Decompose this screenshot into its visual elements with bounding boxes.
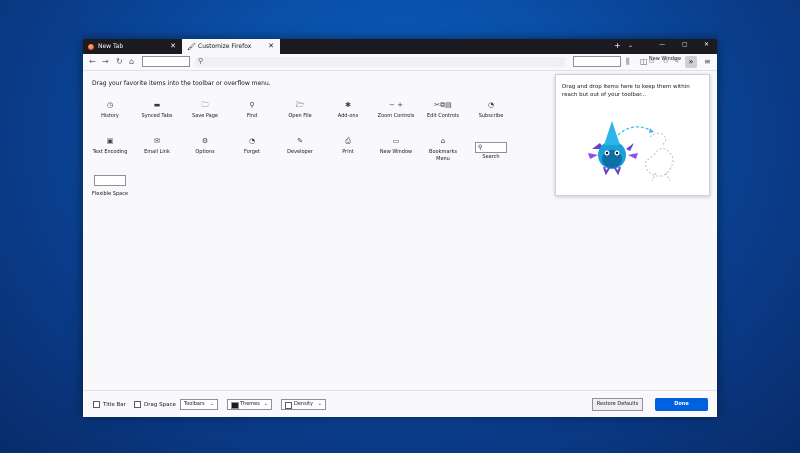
overflow-menu-button[interactable]: » (685, 56, 697, 68)
new-window-label: New Window (648, 56, 682, 62)
open-file-icon: 🗁 (295, 101, 305, 109)
flexible-space-box (94, 175, 126, 186)
forget-icon: ◔ (248, 137, 256, 145)
close-window-button[interactable]: ✕ (704, 41, 709, 48)
home-icon[interactable]: ⌂ (129, 57, 134, 66)
synced-tabs-icon: ▬ (153, 101, 161, 109)
palette-item-edit-controls[interactable]: ✂⧉▤ Edit Controls (418, 101, 468, 120)
checkbox-box (134, 401, 141, 408)
close-tab-icon[interactable]: ✕ (170, 42, 176, 50)
puzzle-icon: ✱ (345, 101, 351, 109)
wrench-icon: ✎ (297, 137, 303, 145)
firefox-icon (88, 43, 94, 50)
new-window-icon: ▭ (392, 137, 400, 145)
palette-item-new-window[interactable]: ▭ New Window (371, 137, 421, 156)
overflow-panel: Drag and drop items here to keep them wi… (555, 74, 710, 196)
search-icon: ⚲ (478, 144, 483, 151)
palette-item-history[interactable]: ◷ History (85, 101, 135, 120)
palette-item-developer[interactable]: ✎ Developer (275, 137, 325, 156)
text-encoding-icon: ▣ (106, 137, 114, 145)
gear-icon: ⚙ (201, 137, 209, 145)
hamburger-menu-icon[interactable]: ≡ (704, 57, 711, 66)
density-dropdown[interactable]: Density ⌄ (281, 399, 326, 410)
forward-icon[interactable]: → (102, 57, 109, 66)
palette-item-search[interactable]: ⚲ Search (466, 134, 516, 161)
close-tab-icon[interactable]: ✕ (268, 42, 274, 50)
search-icon: ⚲ (198, 57, 204, 65)
edit-controls-icon: ✂⧉▤ (434, 101, 452, 109)
flexible-space-left[interactable] (142, 56, 190, 67)
tab-new-tab[interactable]: New Tab ✕ (83, 39, 182, 54)
palette-item-flexible-space[interactable]: Flexible Space (85, 171, 135, 198)
overflow-panel-text: Drag and drop items here to keep them wi… (562, 84, 690, 98)
firefox-window: New Tab ✕ 🖌 Customize Firefox ✕ + ⌄ — ▢ … (83, 39, 717, 417)
title-bar-checkbox[interactable]: Title Bar (93, 401, 126, 408)
palette-item-find[interactable]: ⚲ Find (227, 101, 277, 120)
density-icon (285, 402, 292, 409)
new-tab-button[interactable]: + (614, 41, 621, 50)
minimize-button[interactable]: — (659, 41, 665, 48)
flexible-space-right[interactable] (573, 56, 621, 67)
chevron-down-icon: ⌄ (263, 401, 268, 407)
palette-item-email-link[interactable]: ✉ Email Link (132, 137, 182, 156)
tab-label: New Tab (98, 43, 124, 50)
paintbrush-icon: 🖌 (187, 42, 196, 51)
list-all-tabs-icon[interactable]: ⌄ (628, 42, 633, 49)
back-icon[interactable]: ← (89, 57, 96, 66)
url-bar[interactable]: ⚲ (195, 57, 565, 67)
drag-space-checkbox[interactable]: Drag Space (134, 401, 176, 408)
chevron-down-icon: ⌄ (209, 401, 214, 407)
palette-item-add-ons[interactable]: ✱ Add-ons (323, 101, 373, 120)
zoom-icon: − + (389, 101, 403, 109)
palette-item-open-file[interactable]: 🗁 Open File (275, 101, 325, 120)
tab-customize-firefox[interactable]: 🖌 Customize Firefox ✕ (182, 39, 280, 54)
palette-item-zoom-controls[interactable]: − + Zoom Controls (371, 101, 421, 120)
reload-icon[interactable]: ↻ (116, 57, 123, 66)
themes-dropdown[interactable]: Themes ⌄ (227, 399, 272, 410)
restore-defaults-button[interactable]: Restore Defaults (592, 398, 643, 411)
palette-item-synced-tabs[interactable]: ▬ Synced Tabs (132, 101, 182, 120)
done-button[interactable]: Done (655, 398, 708, 411)
save-page-icon: 🗀 (201, 101, 209, 109)
palette-instructions: Drag your favorite items into the toolba… (92, 80, 271, 87)
search-box: ⚲ (475, 142, 507, 153)
theme-swatch-icon (231, 402, 239, 409)
find-icon: ⚲ (249, 101, 255, 109)
library-icon[interactable]: ⫼ (626, 57, 630, 66)
chevron-down-icon: ⌄ (317, 401, 322, 407)
toolbars-dropdown[interactable]: Toolbars ⌄ (180, 399, 218, 410)
palette-item-options[interactable]: ⚙ Options (180, 137, 230, 156)
tab-bar: New Tab ✕ 🖌 Customize Firefox ✕ + ⌄ — ▢ … (83, 39, 717, 54)
tab-label: Customize Firefox (198, 43, 252, 50)
navigation-toolbar: ← → ↻ ⌂ ⚲ ⫼ ◫ ▭ ⚇ ✎ New Window » ≡ (83, 54, 717, 71)
palette-item-text-encoding[interactable]: ▣ Text Encoding (85, 137, 135, 156)
palette-item-forget[interactable]: ◔ Forget (227, 137, 277, 156)
checkbox-box (93, 401, 100, 408)
palette-item-subscribe[interactable]: ◔ Subscribe (466, 101, 516, 120)
dragon-illustration (588, 121, 674, 182)
email-icon: ✉ (154, 137, 160, 145)
history-icon: ◷ (106, 101, 114, 109)
maximize-button[interactable]: ▢ (682, 41, 688, 48)
print-icon: ⎙ (345, 137, 351, 145)
palette-item-print[interactable]: ⎙ Print (323, 137, 373, 156)
rss-icon: ◔ (487, 101, 495, 109)
palette-item-bookmarks-menu[interactable]: ⌂ Bookmarks Menu (418, 137, 468, 163)
palette-item-save-page[interactable]: 🗀 Save Page (180, 101, 230, 120)
bookmarks-menu-icon: ⌂ (440, 137, 446, 145)
customization-footer: Title Bar Drag Space Toolbars ⌄ Themes ⌄… (83, 390, 717, 417)
